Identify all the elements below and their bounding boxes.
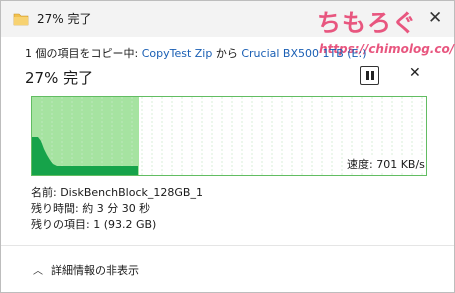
divider xyxy=(1,245,454,246)
destination-link[interactable]: Crucial BX500 1TB (E:) xyxy=(241,47,366,60)
name-label: 名前: xyxy=(31,186,61,199)
detail-items-row: 残りの項目: 1 (93.2 GB) xyxy=(31,217,203,233)
detail-name-row: 名前: DiskBenchBlock_128GB_1 xyxy=(31,185,203,201)
progress-heading: 27% 完了 xyxy=(25,69,94,87)
detail-time-row: 残り時間: 約 3 分 30 秒 xyxy=(31,201,203,217)
copy-description: 1 個の項目をコピー中: CopyTest Zip から Crucial BX5… xyxy=(25,45,367,61)
cancel-button[interactable]: ✕ xyxy=(405,65,425,85)
hide-details-toggle[interactable]: ︿ 詳細情報の非表示 xyxy=(33,262,139,278)
name-value: DiskBenchBlock_128GB_1 xyxy=(60,186,203,199)
copy-progress-window: 27% 完了 ✕ ちもろぐ https://chimolog.co/ 1 個の項… xyxy=(0,0,455,293)
window-title: 27% 完了 xyxy=(37,12,92,26)
window-close-button[interactable]: ✕ xyxy=(419,5,449,33)
pause-icon xyxy=(366,71,369,80)
items-label: 残りの項目: xyxy=(31,218,94,231)
watermark-logo: ちもろぐ xyxy=(317,9,417,37)
source-link[interactable]: CopyTest Zip xyxy=(142,47,213,60)
details-section: 名前: DiskBenchBlock_128GB_1 残り時間: 約 3 分 3… xyxy=(31,185,203,233)
folder-icon xyxy=(13,13,29,26)
close-icon: ✕ xyxy=(428,8,443,28)
items-value: 1 (93.2 GB) xyxy=(93,218,157,231)
hide-details-label: 詳細情報の非表示 xyxy=(51,264,139,277)
pause-button[interactable] xyxy=(360,66,379,85)
cancel-icon: ✕ xyxy=(409,65,421,81)
speed-readout: 速度: 701 KB/s xyxy=(347,156,425,172)
copy-prefix: 1 個の項目をコピー中: xyxy=(25,47,142,60)
chevron-up-icon: ︿ xyxy=(33,266,43,277)
copy-middle: から xyxy=(212,47,242,60)
time-value: 約 3 分 30 秒 xyxy=(82,202,151,215)
time-label: 残り時間: xyxy=(31,202,83,215)
